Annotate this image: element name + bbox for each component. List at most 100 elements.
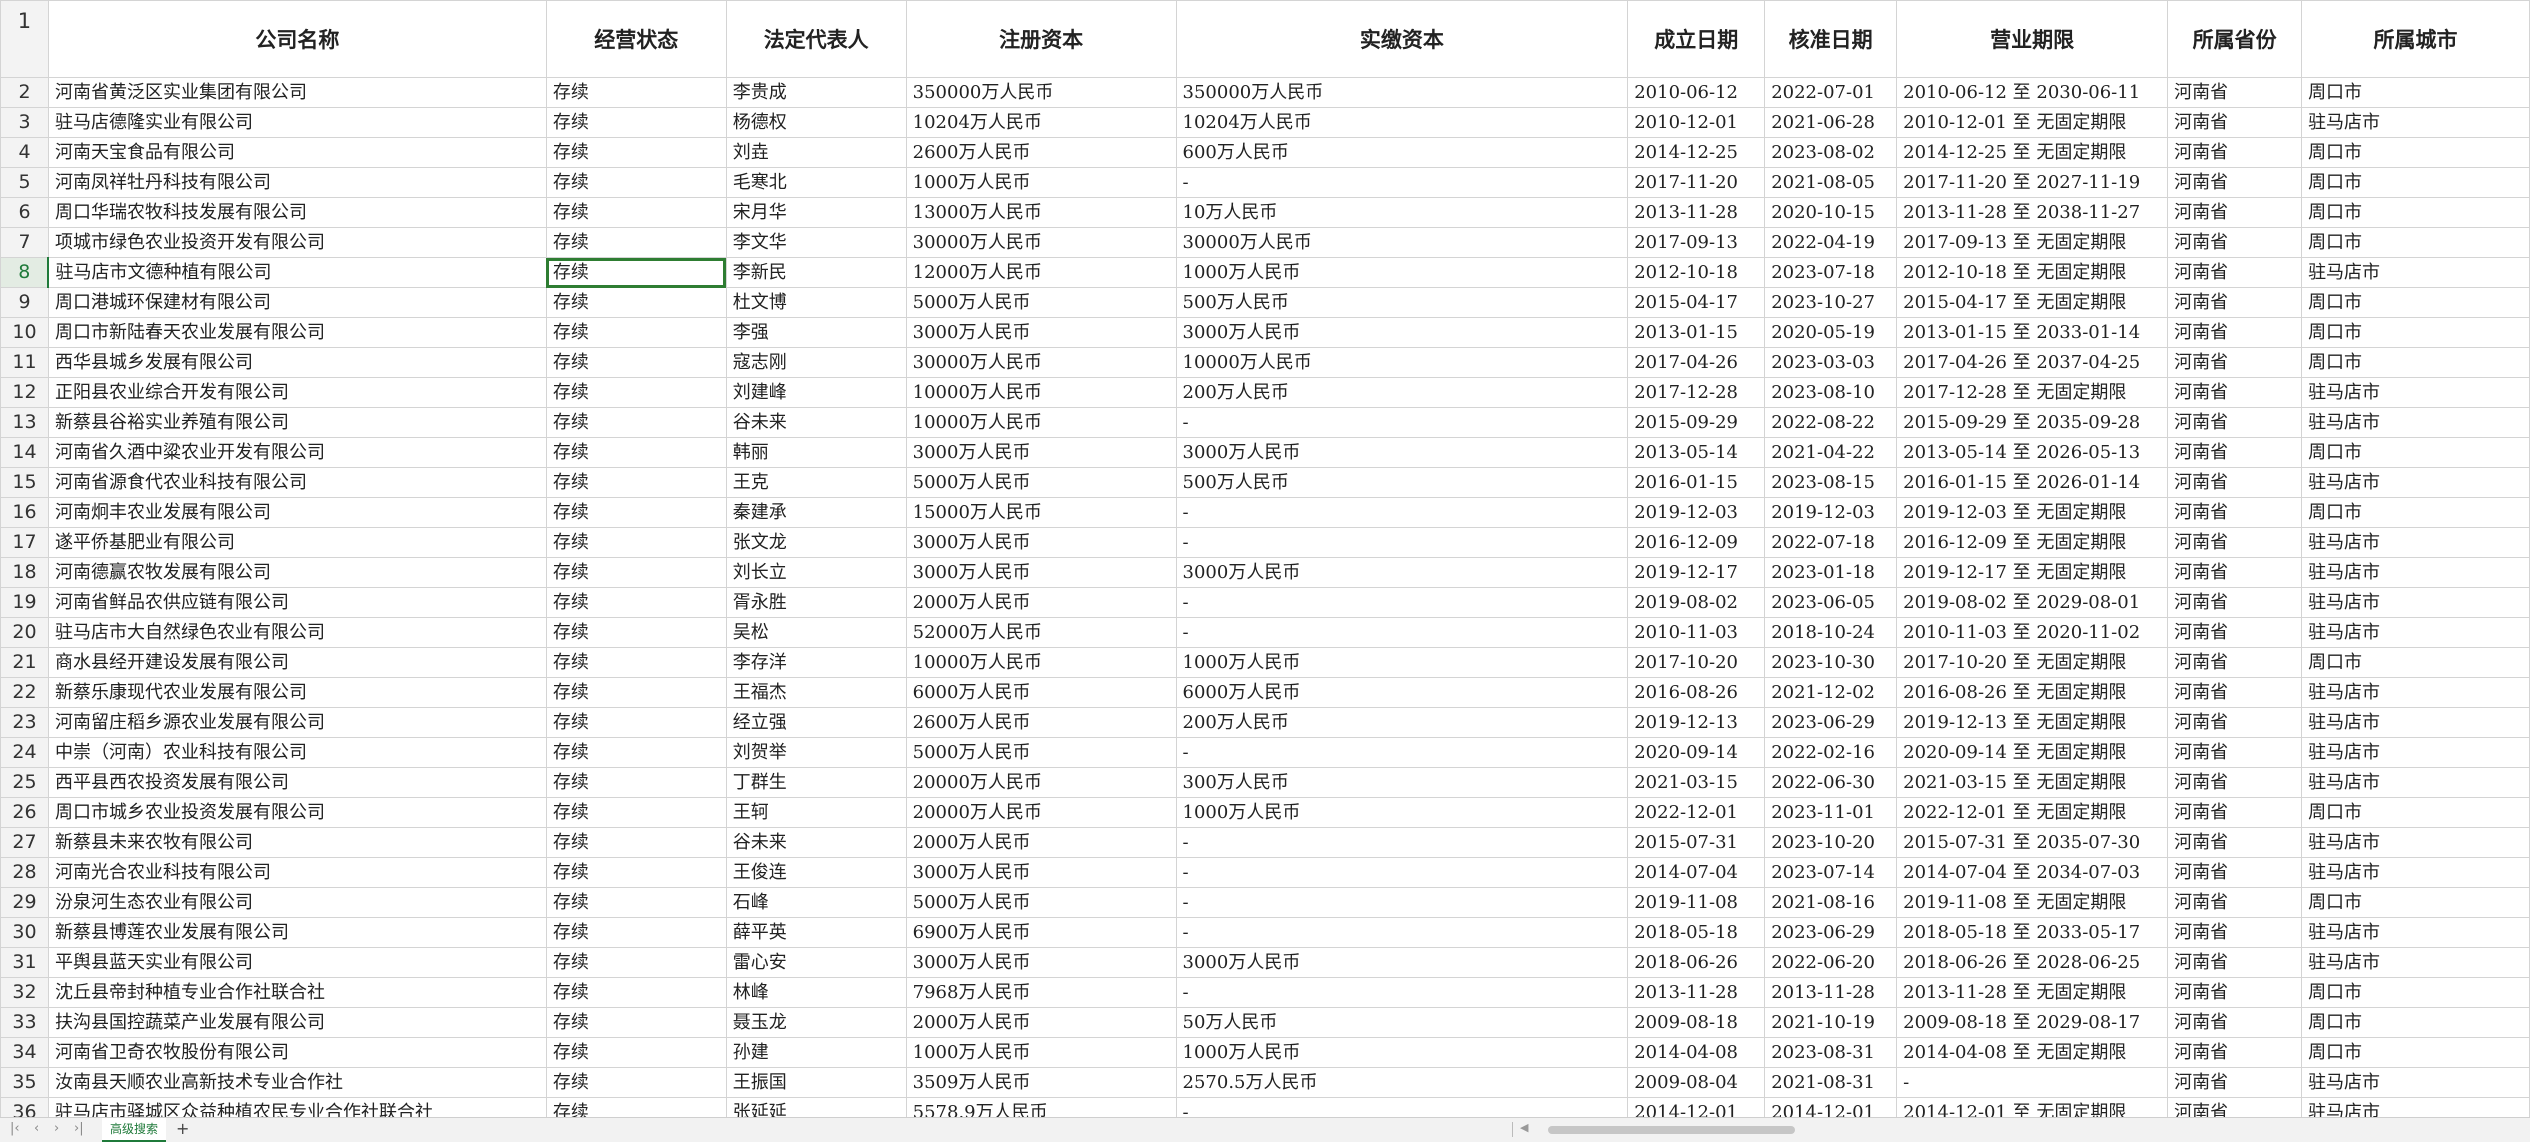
- table-cell[interactable]: 30000万人民币: [905, 227, 1177, 258]
- table-cell[interactable]: 存续: [545, 527, 727, 558]
- table-cell[interactable]: 2021-06-28: [1764, 107, 1898, 138]
- table-cell[interactable]: 周口市: [2301, 197, 2530, 228]
- table-cell[interactable]: 2020-09-14: [1627, 737, 1766, 768]
- row-number[interactable]: 1: [0, 0, 49, 78]
- table-cell[interactable]: 2010-06-12 至 2030-06-11: [1896, 77, 2169, 108]
- table-cell[interactable]: 1000万人民币: [1175, 647, 1629, 678]
- table-cell[interactable]: 6000万人民币: [1175, 677, 1629, 708]
- prev-sheet-icon[interactable]: ‹: [34, 1121, 39, 1136]
- table-cell[interactable]: 刘长立: [725, 557, 907, 588]
- row-number[interactable]: 17: [0, 527, 49, 558]
- table-cell[interactable]: 2016-08-26 至 无固定期限: [1896, 677, 2169, 708]
- table-cell[interactable]: 2020-10-15: [1764, 197, 1898, 228]
- table-cell[interactable]: 2023-06-29: [1764, 707, 1898, 738]
- row-number[interactable]: 4: [0, 137, 49, 168]
- table-cell[interactable]: 2600万人民币: [905, 137, 1177, 168]
- table-cell[interactable]: 2022-12-01 至 无固定期限: [1896, 797, 2169, 828]
- table-cell[interactable]: 河南省: [2167, 737, 2303, 768]
- table-cell[interactable]: 2021-10-19: [1764, 1007, 1898, 1038]
- table-cell[interactable]: 20000万人民币: [905, 797, 1177, 828]
- table-cell[interactable]: 2019-12-17: [1627, 557, 1766, 588]
- first-sheet-icon[interactable]: |‹: [10, 1121, 20, 1136]
- scroll-left-icon[interactable]: ◀: [1520, 1121, 1528, 1134]
- table-cell[interactable]: 2013-11-28: [1627, 977, 1766, 1008]
- table-cell[interactable]: 2019-12-03: [1764, 497, 1898, 528]
- table-cell[interactable]: 2014-12-25 至 无固定期限: [1896, 137, 2169, 168]
- table-cell[interactable]: 2021-04-22: [1764, 437, 1898, 468]
- row-number[interactable]: 16: [0, 497, 49, 528]
- row-number[interactable]: 3: [0, 107, 49, 138]
- table-cell[interactable]: -: [1175, 887, 1629, 918]
- table-cell[interactable]: 2014-07-04: [1627, 857, 1766, 888]
- table-cell[interactable]: 丁群生: [725, 767, 907, 798]
- table-cell[interactable]: 2019-08-02 至 2029-08-01: [1896, 587, 2169, 618]
- table-cell[interactable]: 10204万人民币: [905, 107, 1177, 138]
- table-cell[interactable]: 商水县经开建设发展有限公司: [47, 647, 547, 678]
- table-cell[interactable]: 河南省: [2167, 767, 2303, 798]
- table-cell[interactable]: 3000万人民币: [905, 437, 1177, 468]
- table-cell[interactable]: 河南省: [2167, 377, 2303, 408]
- table-cell[interactable]: 驻马店市: [2301, 557, 2530, 588]
- table-cell[interactable]: 中崇（河南）农业科技有限公司: [47, 737, 547, 768]
- table-cell[interactable]: 雷心安: [725, 947, 907, 978]
- table-cell[interactable]: 存续: [545, 197, 727, 228]
- table-cell[interactable]: -: [1175, 167, 1629, 198]
- table-cell[interactable]: 新蔡县谷裕实业养殖有限公司: [47, 407, 547, 438]
- table-cell[interactable]: 存续: [545, 437, 727, 468]
- row-number[interactable]: 24: [0, 737, 49, 768]
- table-cell[interactable]: 汾泉河生态农业有限公司: [47, 887, 547, 918]
- table-cell[interactable]: 1000万人民币: [1175, 257, 1629, 288]
- table-cell[interactable]: 2021-03-15 至 无固定期限: [1896, 767, 2169, 798]
- table-cell[interactable]: 河南省源食代农业科技有限公司: [47, 467, 547, 498]
- table-cell[interactable]: 2016-01-15: [1627, 467, 1766, 498]
- row-number[interactable]: 8: [0, 257, 50, 288]
- table-cell[interactable]: 河南省: [2167, 647, 2303, 678]
- table-cell[interactable]: 河南省黄泛区实业集团有限公司: [47, 77, 547, 108]
- table-cell[interactable]: 存续: [545, 377, 727, 408]
- table-cell[interactable]: 存续: [545, 557, 727, 588]
- table-cell[interactable]: 周口市: [2301, 317, 2530, 348]
- table-cell[interactable]: 驻马店市: [2301, 407, 2530, 438]
- table-cell[interactable]: 刘建峰: [725, 377, 907, 408]
- row-number[interactable]: 31: [0, 947, 49, 978]
- table-cell[interactable]: 王振国: [725, 1067, 907, 1098]
- table-cell[interactable]: 河南留庄稻乡源农业发展有限公司: [47, 707, 547, 738]
- table-cell[interactable]: 存续: [545, 497, 727, 528]
- column-header-cell[interactable]: 核准日期: [1764, 0, 1898, 78]
- table-cell[interactable]: 2022-07-01: [1764, 77, 1898, 108]
- table-cell[interactable]: 3000万人民币: [905, 527, 1177, 558]
- table-cell[interactable]: 3000万人民币: [1175, 557, 1629, 588]
- table-cell[interactable]: 河南省: [2167, 887, 2303, 918]
- table-cell[interactable]: 李强: [725, 317, 907, 348]
- table-cell[interactable]: 15000万人民币: [905, 497, 1177, 528]
- table-cell[interactable]: 2023-01-18: [1764, 557, 1898, 588]
- table-cell[interactable]: 存续: [545, 1067, 727, 1098]
- table-cell[interactable]: 河南省: [2167, 917, 2303, 948]
- table-cell[interactable]: 2010-12-01 至 无固定期限: [1896, 107, 2169, 138]
- table-cell[interactable]: 5000万人民币: [905, 887, 1177, 918]
- horizontal-scrollbar[interactable]: ◀: [1520, 1121, 2486, 1135]
- table-cell[interactable]: 3000万人民币: [905, 557, 1177, 588]
- table-cell[interactable]: -: [1175, 497, 1629, 528]
- column-header-cell[interactable]: 经营状态: [545, 0, 727, 78]
- table-cell[interactable]: 2017-10-20 至 无固定期限: [1896, 647, 2169, 678]
- row-number[interactable]: 35: [0, 1067, 49, 1098]
- table-cell[interactable]: 吴松: [725, 617, 907, 648]
- table-cell[interactable]: 汝南县天顺农业高新技术专业合作社: [47, 1067, 547, 1098]
- table-cell[interactable]: 项城市绿色农业投资开发有限公司: [47, 227, 547, 258]
- table-cell[interactable]: 2013-05-14: [1627, 437, 1766, 468]
- table-cell[interactable]: 2023-10-30: [1764, 647, 1898, 678]
- row-number[interactable]: 22: [0, 677, 49, 708]
- table-cell[interactable]: 存续: [545, 287, 727, 318]
- table-cell[interactable]: 3000万人民币: [1175, 947, 1629, 978]
- row-number[interactable]: 21: [0, 647, 49, 678]
- table-cell[interactable]: 河南省: [2167, 77, 2303, 108]
- table-cell[interactable]: 河南省: [2167, 857, 2303, 888]
- table-cell[interactable]: 2012-10-18: [1627, 257, 1766, 288]
- table-cell[interactable]: 10000万人民币: [905, 407, 1177, 438]
- table-cell[interactable]: 10000万人民币: [1175, 347, 1629, 378]
- table-cell[interactable]: 1000万人民币: [905, 167, 1177, 198]
- table-cell[interactable]: 存续: [545, 827, 727, 858]
- table-cell[interactable]: 2021-12-02: [1764, 677, 1898, 708]
- table-cell[interactable]: 周口华瑞农牧科技发展有限公司: [47, 197, 547, 228]
